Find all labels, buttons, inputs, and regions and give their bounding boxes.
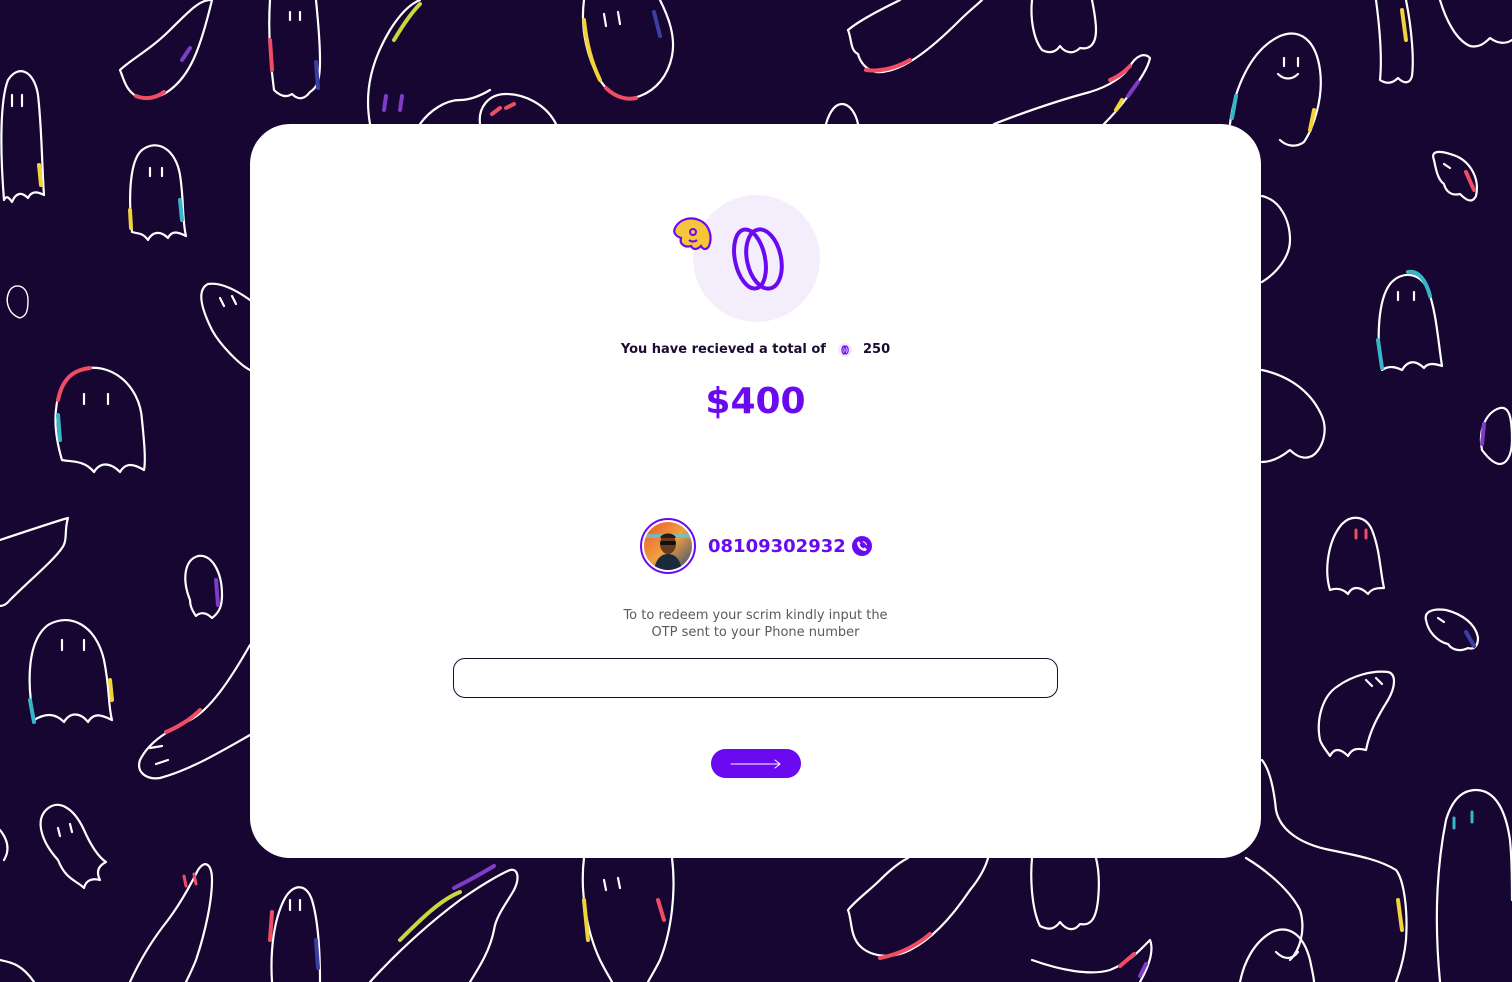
submit-button[interactable]: [711, 749, 801, 778]
ghost-illustration: [128, 144, 188, 242]
arrow-right-icon: [730, 759, 781, 768]
total-received-line: You have recieved a total of 250: [250, 342, 1261, 357]
avatar: [640, 518, 696, 574]
redeem-card: You have recieved a total of 250 $400 08…: [250, 124, 1261, 858]
ghost-illustration: [6, 285, 29, 319]
otp-instruction-line-1: To to redeem your scrim kindly input the: [623, 608, 888, 623]
coin-amount: 250: [863, 342, 891, 357]
phone-icon: [851, 536, 872, 556]
ghost-illustration: [28, 619, 114, 724]
total-received-label: You have recieved a total of: [620, 342, 826, 357]
otp-instruction-line-2: OTP sent to your Phone number: [651, 625, 860, 640]
user-info: 08109302932: [640, 516, 872, 576]
dollar-amount: $400: [705, 381, 806, 422]
ghost-illustration: [0, 70, 46, 204]
phone-number: 08109302932: [708, 535, 846, 557]
ghost-illustration: [39, 803, 108, 890]
mini-coin-icon: [838, 342, 853, 357]
otp-input[interactable]: [453, 658, 1058, 698]
otp-instruction: To to redeem your scrim kindly input the…: [580, 607, 931, 641]
ghost-badge-icon: [673, 217, 712, 251]
avatar-image: [644, 522, 692, 570]
ghost-illustration: [54, 366, 146, 474]
